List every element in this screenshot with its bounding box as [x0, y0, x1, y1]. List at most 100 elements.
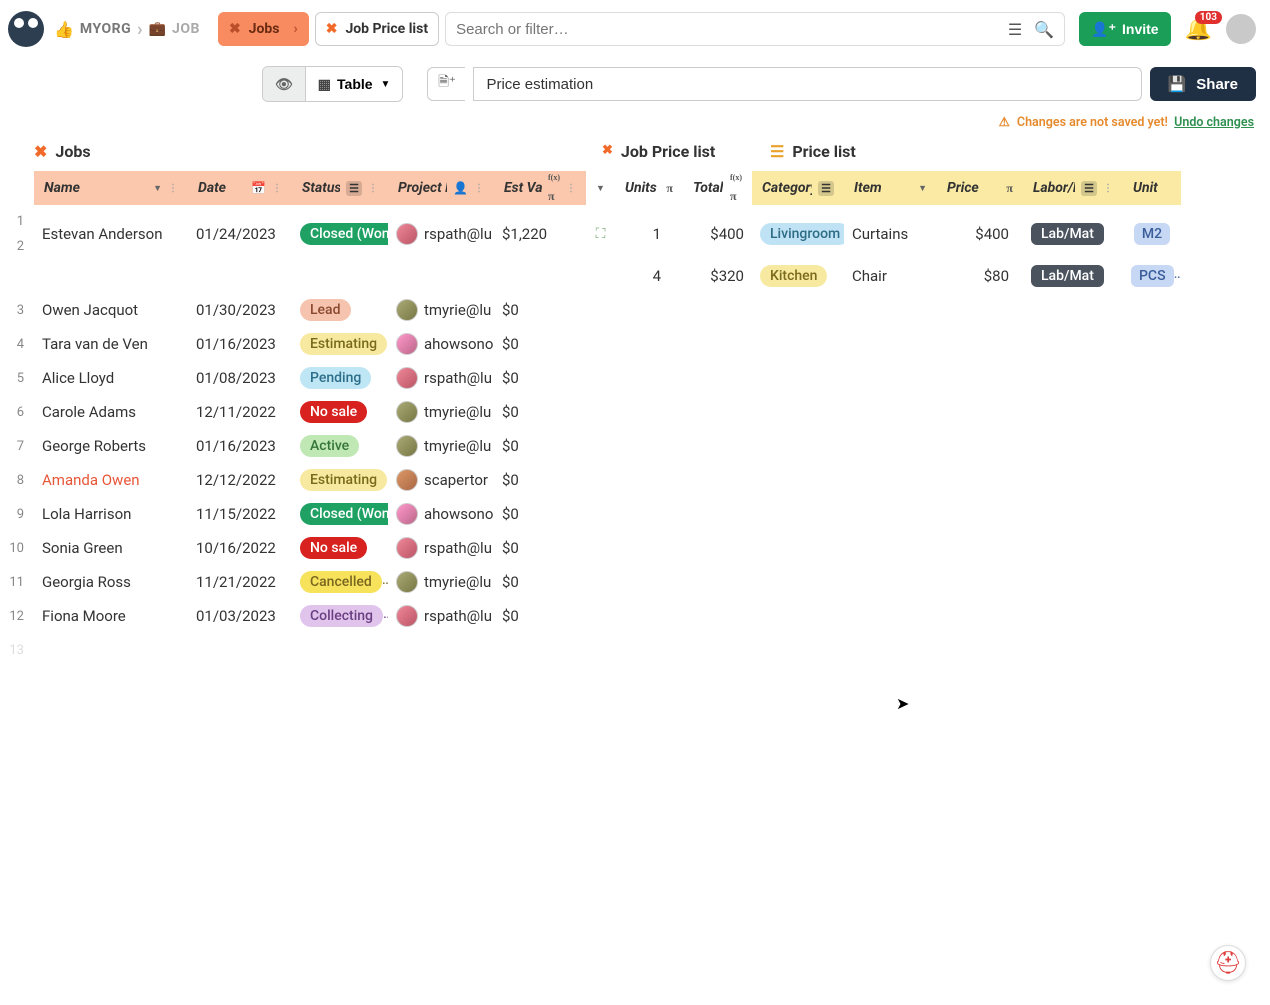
- table-row[interactable]: 11 Georgia Ross 11/21/2022 Cancelled tmy…: [0, 565, 1270, 599]
- cell-est-value[interactable]: $1,220: [494, 225, 586, 243]
- search-bar[interactable]: ☰ 🔍: [445, 12, 1065, 46]
- table-row[interactable]: 4 Tara van de Ven 01/16/2023 Estimating …: [0, 327, 1270, 361]
- column-name[interactable]: Name ▼⋮: [34, 171, 188, 205]
- cell-name[interactable]: George Roberts: [34, 437, 188, 455]
- cell-est-value[interactable]: $0: [494, 607, 586, 625]
- cell-est-value[interactable]: $0: [494, 403, 586, 421]
- table-row[interactable]: 9 Lola Harrison 11/15/2022 Closed (Won) …: [0, 497, 1270, 531]
- cell-category[interactable]: Kitchen: [752, 265, 844, 287]
- tab-job-price-list[interactable]: ✖ Job Price list: [315, 12, 439, 46]
- cell-status[interactable]: Active: [292, 435, 388, 457]
- cell-price[interactable]: $400: [937, 225, 1023, 243]
- cell-name[interactable]: Georgia Ross: [34, 573, 188, 591]
- cell-status[interactable]: Estimating: [292, 333, 388, 355]
- cell-status[interactable]: No sale: [292, 537, 388, 559]
- column-category[interactable]: Category ☰: [752, 171, 844, 205]
- breadcrumb-job[interactable]: JOB: [172, 21, 200, 37]
- column-date[interactable]: Date 📅⋮: [188, 171, 292, 205]
- table-row[interactable]: 5 Alice Lloyd 01/08/2023 Pending rspath@…: [0, 361, 1270, 395]
- user-avatar[interactable]: [1226, 14, 1256, 44]
- cell-category[interactable]: Livingroom: [752, 223, 844, 245]
- cell-labor[interactable]: Lab/Mat: [1023, 265, 1123, 287]
- cell-name[interactable]: Lola Harrison: [34, 505, 188, 523]
- cell-name[interactable]: Fiona Moore: [34, 607, 188, 625]
- notifications-button[interactable]: 🔔 103: [1185, 17, 1212, 42]
- cell-est-value[interactable]: $0: [494, 301, 586, 319]
- cell-labor[interactable]: Lab/Mat: [1023, 223, 1123, 245]
- grip-icon[interactable]: ⋮: [368, 183, 378, 194]
- section-price-list[interactable]: ☰ Price list: [770, 138, 856, 165]
- cell-status[interactable]: Collecting: [292, 605, 388, 627]
- section-job-price-list[interactable]: ✖ Job Price list: [602, 138, 770, 165]
- grip-icon[interactable]: ⋮: [566, 183, 576, 194]
- show-hide-button[interactable]: 👁: [263, 67, 306, 101]
- cell-project-manager[interactable]: rspath@lu: [388, 223, 494, 245]
- grip-icon[interactable]: ⋮: [1103, 183, 1113, 194]
- column-price[interactable]: Price π: [937, 171, 1023, 205]
- table-row[interactable]: 6 Carole Adams 12/11/2022 No sale tmyrie…: [0, 395, 1270, 429]
- cell-status[interactable]: No sale: [292, 401, 388, 423]
- cell-status[interactable]: Cancelled: [292, 571, 388, 593]
- cell-est-value[interactable]: $0: [494, 369, 586, 387]
- search-input[interactable]: [456, 21, 998, 38]
- breadcrumb-org[interactable]: MYORG: [80, 21, 131, 37]
- search-icon[interactable]: 🔍: [1034, 20, 1054, 39]
- cell-est-value[interactable]: $0: [494, 539, 586, 557]
- cell-project-manager[interactable]: ahowsono: [388, 503, 494, 525]
- cell-date[interactable]: 01/24/2023: [188, 225, 292, 243]
- document-title-input[interactable]: [473, 67, 1141, 101]
- help-button[interactable]: ⛑: [1210, 945, 1246, 981]
- cell-date[interactable]: 12/11/2022: [188, 403, 292, 421]
- table-row[interactable]: 7 George Roberts 01/16/2023 Active tmyri…: [0, 429, 1270, 463]
- cell-date[interactable]: 11/21/2022: [188, 573, 292, 591]
- cell-project-manager[interactable]: tmyrie@lu: [388, 401, 494, 423]
- cell-units[interactable]: 1: [615, 225, 683, 243]
- collapse-toggle[interactable]: ⛶: [586, 226, 615, 242]
- cell-date[interactable]: 11/15/2022: [188, 505, 292, 523]
- column-labor-material[interactable]: Labor/Ma… ☰⋮: [1023, 171, 1123, 205]
- cell-name[interactable]: Tara van de Ven: [34, 335, 188, 353]
- column-project-manager[interactable]: Project M… 👤⋮: [388, 171, 494, 205]
- cell-date[interactable]: 12/12/2022: [188, 471, 292, 489]
- cell-unit[interactable]: M2: [1123, 223, 1181, 245]
- cell-item[interactable]: Chair: [844, 267, 937, 285]
- section-jobs[interactable]: ✖ Jobs: [34, 138, 602, 165]
- table-row[interactable]: 10 Sonia Green 10/16/2022 No sale rspath…: [0, 531, 1270, 565]
- table-row[interactable]: 8 Amanda Owen 12/12/2022 Estimating scap…: [0, 463, 1270, 497]
- new-document-button[interactable]: 🗎⁺: [427, 67, 465, 101]
- cell-project-manager[interactable]: rspath@lu: [388, 367, 494, 389]
- cell-units[interactable]: 4: [615, 267, 683, 285]
- cell-project-manager[interactable]: tmyrie@lu: [388, 571, 494, 593]
- cell-name[interactable]: Sonia Green: [34, 539, 188, 557]
- view-table-button[interactable]: ▦ Table ▼: [306, 67, 403, 101]
- cell-project-manager[interactable]: rspath@lu: [388, 537, 494, 559]
- cell-date[interactable]: 01/30/2023: [188, 301, 292, 319]
- cell-project-manager[interactable]: ahowsono: [388, 333, 494, 355]
- cell-date[interactable]: 01/16/2023: [188, 437, 292, 455]
- table-row[interactable]: 13: [0, 633, 1270, 667]
- cell-name[interactable]: Estevan Anderson: [34, 225, 188, 243]
- cell-item[interactable]: Curtains: [844, 225, 937, 243]
- undo-changes-link[interactable]: Undo changes: [1174, 115, 1254, 130]
- table-row[interactable]: 3 Owen Jacquot 01/30/2023 Lead tmyrie@lu…: [0, 293, 1270, 327]
- cell-est-value[interactable]: $0: [494, 505, 586, 523]
- grip-icon[interactable]: ⋮: [168, 183, 178, 194]
- cell-est-value[interactable]: $0: [494, 573, 586, 591]
- cell-project-manager[interactable]: scapertor: [388, 469, 494, 491]
- cell-name[interactable]: Carole Adams: [34, 403, 188, 421]
- cell-status[interactable]: Closed (Won): [292, 503, 388, 525]
- cell-est-value[interactable]: $0: [494, 437, 586, 455]
- column-total[interactable]: Total f(x)π: [683, 171, 752, 205]
- cell-date[interactable]: 01/08/2023: [188, 369, 292, 387]
- cell-date[interactable]: 01/16/2023: [188, 335, 292, 353]
- cell-est-value[interactable]: $0: [494, 335, 586, 353]
- cell-price[interactable]: $80: [937, 267, 1023, 285]
- list-icon[interactable]: ☰: [1008, 20, 1022, 39]
- grip-icon[interactable]: ⋮: [272, 183, 282, 194]
- cell-unit[interactable]: PCS: [1123, 265, 1181, 287]
- column-est-value[interactable]: Est Value f(x)π⋮: [494, 171, 586, 205]
- table-row[interactable]: 12 Estevan Anderson 01/24/2023 Closed (W…: [0, 209, 1270, 259]
- cell-date[interactable]: 01/03/2023: [188, 607, 292, 625]
- cell-total[interactable]: $400: [683, 225, 752, 243]
- cell-status[interactable]: Lead: [292, 299, 388, 321]
